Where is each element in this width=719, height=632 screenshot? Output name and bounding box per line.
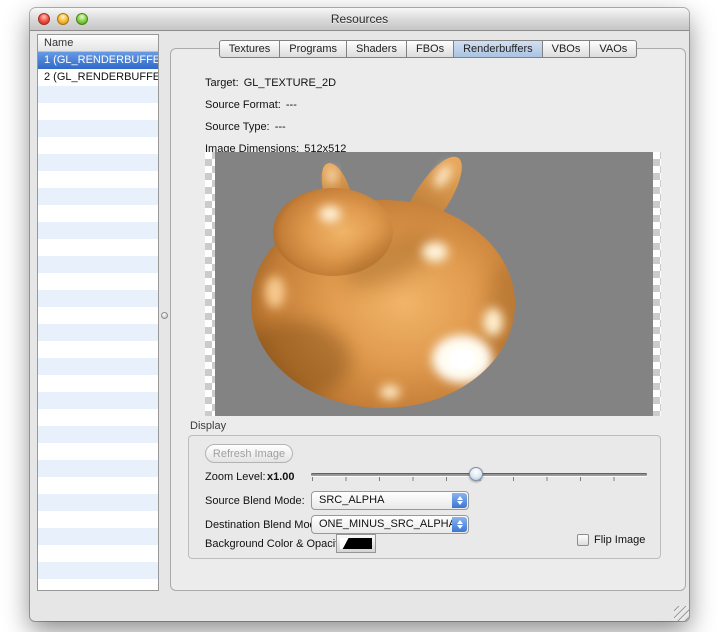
popup-arrows-icon — [452, 493, 467, 508]
tab-fbos[interactable]: FBOs — [406, 40, 454, 58]
tab-vaos[interactable]: VAOs — [589, 40, 637, 58]
resize-grip[interactable] — [674, 606, 689, 621]
resources-window: Resources Name 1 (GL_RENDERBUFFE… 2 (GL_… — [30, 8, 689, 621]
source-format-label: Source Format: — [205, 99, 281, 111]
tab-shaders[interactable]: Shaders — [346, 40, 407, 58]
target-row: Target: GL_TEXTURE_2D — [205, 77, 346, 99]
tab-bar: Textures Programs Shaders FBOs Renderbuf… — [170, 40, 686, 58]
destination-blend-mode-label: Destination Blend Mode: — [205, 519, 325, 531]
background-color-well[interactable] — [336, 534, 376, 553]
source-type-label: Source Type: — [205, 121, 270, 133]
zoom-level-label: Zoom Level: — [205, 471, 266, 483]
flip-image-label: Flip Image — [594, 534, 645, 546]
titlebar[interactable]: Resources — [30, 8, 689, 31]
tab-programs[interactable]: Programs — [279, 40, 347, 58]
tab-vbos[interactable]: VBOs — [542, 40, 591, 58]
source-blend-mode-value: SRC_ALPHA — [319, 494, 384, 506]
destination-blend-mode-value: ONE_MINUS_SRC_ALPHA — [319, 518, 456, 530]
source-format-row: Source Format: --- — [205, 99, 346, 121]
background-color-label: Background Color & Opacity: — [205, 538, 347, 550]
color-swatch — [340, 538, 372, 549]
bunny-model-render — [215, 152, 653, 416]
texture-preview — [205, 152, 661, 416]
zoom-level-value: x1.00 — [267, 471, 295, 483]
tab-textures[interactable]: Textures — [219, 40, 281, 58]
source-blend-mode-dropdown[interactable]: SRC_ALPHA — [311, 491, 469, 510]
splitter-handle[interactable] — [160, 34, 169, 591]
flip-image-checkbox[interactable] — [577, 534, 589, 546]
target-label: Target: — [205, 77, 239, 89]
list-item-renderbuffer-1[interactable]: 1 (GL_RENDERBUFFE… — [38, 52, 158, 69]
source-blend-mode-label: Source Blend Mode: — [205, 495, 305, 507]
refresh-image-button[interactable]: Refresh Image — [205, 444, 293, 463]
tab-renderbuffers[interactable]: Renderbuffers — [453, 40, 543, 58]
target-value: GL_TEXTURE_2D — [244, 77, 336, 89]
popup-arrows-icon — [452, 517, 467, 532]
display-group-box: Refresh Image Zoom Level: x1.00 Source B… — [188, 435, 661, 559]
window-title: Resources — [30, 8, 689, 30]
splitter-dimple-icon — [161, 312, 168, 319]
sidebar-list: Name 1 (GL_RENDERBUFFE… 2 (GL_RENDERBUFF… — [37, 34, 159, 591]
source-format-value: --- — [286, 99, 297, 111]
sidebar-header-name[interactable]: Name — [38, 35, 158, 52]
zoom-slider[interactable] — [311, 466, 647, 484]
zoom-slider-thumb[interactable] — [469, 467, 483, 481]
flip-image-control: Flip Image — [577, 534, 645, 546]
destination-blend-mode-dropdown[interactable]: ONE_MINUS_SRC_ALPHA — [311, 515, 469, 534]
source-type-row: Source Type: --- — [205, 121, 346, 143]
texture-preview-surface — [215, 152, 653, 416]
sidebar-rows: 1 (GL_RENDERBUFFE… 2 (GL_RENDERBUFFE… — [38, 52, 158, 590]
source-type-value: --- — [275, 121, 286, 133]
display-group-label: Display — [190, 420, 226, 432]
list-item-renderbuffer-2[interactable]: 2 (GL_RENDERBUFFE… — [38, 69, 158, 86]
